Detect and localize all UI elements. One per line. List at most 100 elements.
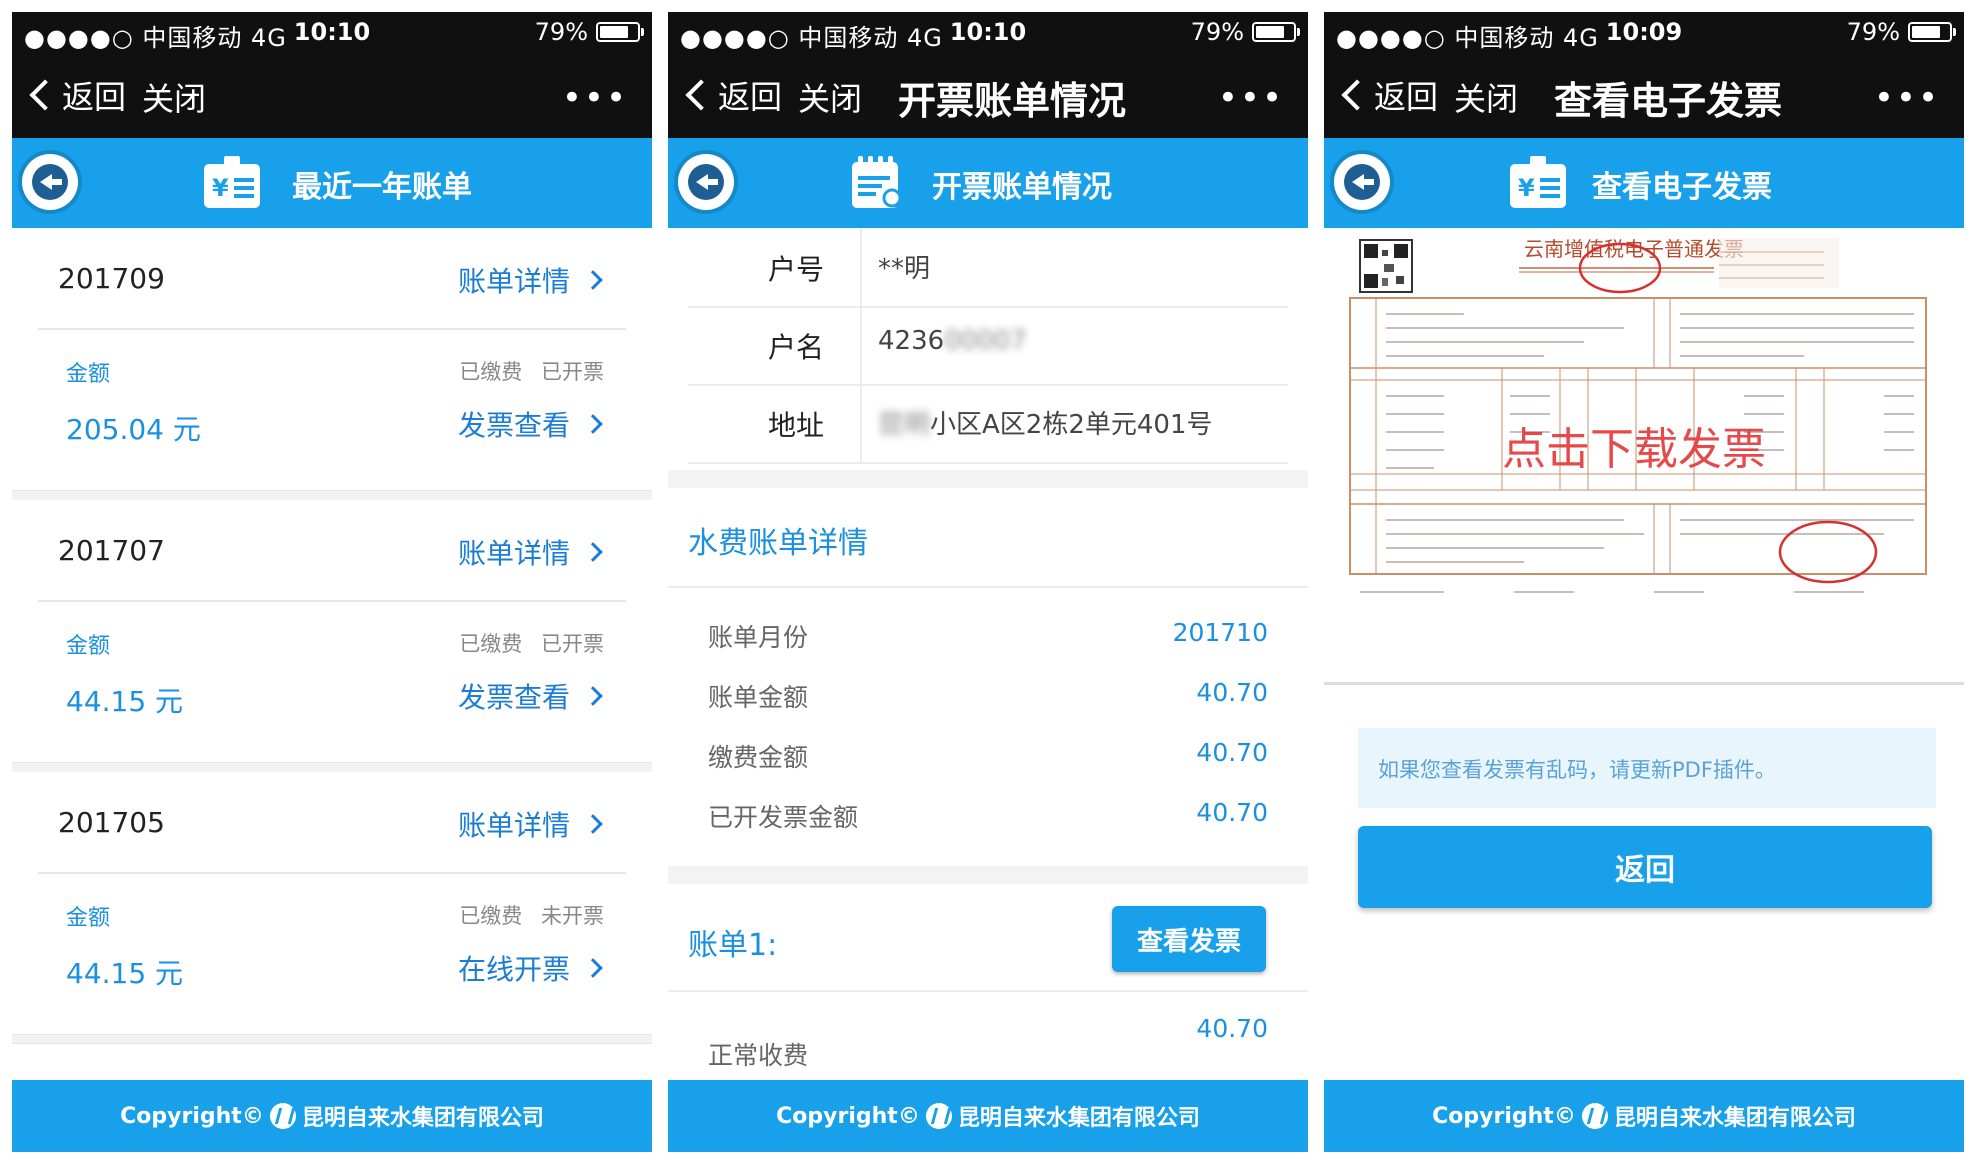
header-back-button[interactable] [1334, 154, 1390, 210]
bill-card: 201709 账单详情 金额 已缴费 已开票 205.04 元 发票查看 [12, 228, 652, 490]
invoice-action-label: 在线开票 [457, 953, 570, 986]
status-bar: ●●●●○ 中国移动 4G 10:09 79% [1324, 12, 1964, 52]
bill-detail-label: 账单详情 [457, 265, 570, 298]
chevron-right-icon [583, 414, 603, 434]
nav-close-button[interactable]: 关闭 [1454, 74, 1518, 120]
chevron-right-icon [583, 542, 603, 562]
chevron-left-icon [29, 79, 61, 111]
svg-text:¥: ¥ [1518, 174, 1535, 202]
info-row-account-no: 户号 **明 [688, 228, 1288, 308]
return-button[interactable]: 返回 [1358, 826, 1932, 908]
header-back-button[interactable] [22, 154, 78, 210]
detail-row: 账单金额 40.70 [708, 678, 1268, 718]
battery-percent: 79% [1846, 18, 1900, 46]
bill-detail-link[interactable]: 账单详情 [457, 532, 603, 572]
nav-back-label: 返回 [718, 78, 783, 116]
nav-back-label: 返回 [1374, 78, 1439, 116]
battery-fill [1912, 26, 1940, 38]
more-menu-button[interactable]: ••• [1874, 78, 1940, 118]
qr-code-icon [1359, 239, 1413, 293]
info-value-text: 小区A区2栋2单元401号 [930, 410, 1213, 440]
phone-panel-bill-status: ●●●●○ 中国移动 4G 10:10 79% 返回 关闭 开票账单情况 •••… [668, 12, 1308, 1152]
invoice-view-link[interactable]: 发票查看 [457, 404, 603, 444]
bill-card: 201705 账单详情 金额 已缴费 未开票 44.15 元 在线开票 [12, 772, 652, 1034]
page-header: ¥ 查看电子发票 [1324, 138, 1964, 228]
amount-label: 金额 [66, 906, 111, 931]
battery-icon [1908, 22, 1956, 42]
detail-key: 缴费金额 [708, 743, 809, 772]
detail-value: 40.70 [1196, 678, 1268, 707]
bill-detail-link[interactable]: 账单详情 [457, 804, 603, 844]
section-title: 水费账单详情 [688, 526, 868, 561]
more-menu-button[interactable]: ••• [1218, 78, 1284, 118]
bill-status: 已缴费 未开票 [459, 904, 604, 928]
invoice-view-link[interactable]: 发票查看 [458, 676, 603, 716]
footer: Copyright© 昆明自来水集团有限公司 [1324, 1080, 1964, 1152]
nav-close-button[interactable]: 关闭 [142, 74, 206, 120]
bill-detail-label: 账单详情 [457, 537, 570, 570]
footer: Copyright© 昆明自来水集团有限公司 [668, 1080, 1308, 1152]
invoice-preview[interactable]: 云南增值税电子普通发票 点击下载发票 [1324, 228, 1964, 628]
chevron-right-icon [583, 958, 603, 978]
bill-status: 已缴费 已开票 [459, 360, 604, 384]
detail-key: 已开发票金额 [708, 803, 859, 832]
bill-detail-link[interactable]: 账单详情 [457, 260, 603, 300]
status-bar: ●●●●○ 中国移动 4G 10:10 79% [668, 12, 1308, 52]
info-label: 户号 [768, 253, 825, 286]
page-title: 最近一年账单 [292, 170, 472, 205]
status-bar: ●●●●○ 中国移动 4G 10:10 79% [12, 12, 652, 52]
info-value: 423600007 [878, 326, 1027, 356]
nav-close-button[interactable]: 关闭 [798, 74, 862, 120]
nav-back-button[interactable]: 返回 [1338, 72, 1438, 118]
bill-amount: 205.04 元 [66, 413, 201, 446]
bill-badge-icon: ¥ [1510, 156, 1566, 208]
chevron-left-icon [1341, 79, 1373, 111]
more-menu-button[interactable]: ••• [562, 78, 628, 118]
company-name: 昆明自来水集团有限公司 [301, 1106, 544, 1131]
bill-month: 201709 [58, 262, 165, 295]
view-invoice-button[interactable]: 查看发票 [1112, 906, 1266, 972]
company-logo-icon [269, 1103, 296, 1129]
bill-detail-label: 账单详情 [457, 809, 570, 842]
svg-text:¥: ¥ [212, 174, 229, 202]
battery-indicator: 79% [1190, 18, 1300, 46]
battery-indicator: 79% [535, 18, 644, 46]
invoice-document: 云南增值税电子普通发票 点击下载发票 [1349, 237, 1927, 593]
bill-month: 201705 [58, 806, 165, 839]
detail-value: 201710 [1172, 618, 1268, 647]
info-value-text: **明 [878, 254, 931, 284]
amount-label: 金额 [66, 362, 111, 387]
chevron-right-icon [583, 814, 603, 834]
online-invoice-link[interactable]: 在线开票 [457, 948, 603, 988]
detail-row: 缴费金额 40.70 [708, 738, 1268, 778]
battery-percent: 79% [1190, 18, 1244, 46]
detail-value: 40.70 [1196, 1014, 1268, 1043]
detail-key: 账单金额 [708, 683, 809, 712]
info-row-address: 地址 昆明小区A区2栋2单元401号 [688, 384, 1288, 464]
detail-row: 账单月份 201710 [708, 618, 1268, 658]
detail-key: 账单月份 [708, 623, 809, 652]
bill-card: 201707 账单详情 金额 已缴费 已开票 44.15 元 发票查看 [12, 500, 652, 762]
masked-text: 00007 [944, 326, 1027, 356]
nav-bar: 返回 关闭 开票账单情况 ••• [668, 52, 1308, 138]
page-header: 开票账单情况 [668, 138, 1308, 228]
copyright-text: Copyright© [1432, 1103, 1576, 1129]
invoice-title: 云南增值税电子普通发票 [1524, 237, 1744, 261]
footer: Copyright© 昆明自来水集团有限公司 [12, 1080, 652, 1152]
detail-value: 40.70 [1196, 798, 1268, 827]
invoice-action-label: 发票查看 [457, 409, 570, 442]
nav-back-button[interactable]: 返回 [26, 72, 126, 118]
page-header: ¥ 最近一年账单 [12, 138, 652, 228]
company-logo-icon [925, 1103, 952, 1129]
page-title: 查看电子发票 [1592, 170, 1772, 205]
battery-icon [1252, 22, 1300, 42]
nav-bar: 返回 关闭 ••• [12, 52, 652, 138]
detail-row: 正常收费 40.70 [708, 1014, 1268, 1070]
nav-back-button[interactable]: 返回 [682, 72, 782, 118]
battery-fill [600, 26, 628, 38]
chevron-left-icon [685, 79, 717, 111]
bill-amount: 44.15 元 [66, 957, 184, 990]
header-back-button[interactable] [678, 154, 734, 210]
copyright-text: Copyright© [776, 1103, 920, 1129]
download-invoice-overlay: 点击下载发票 [1502, 424, 1766, 475]
